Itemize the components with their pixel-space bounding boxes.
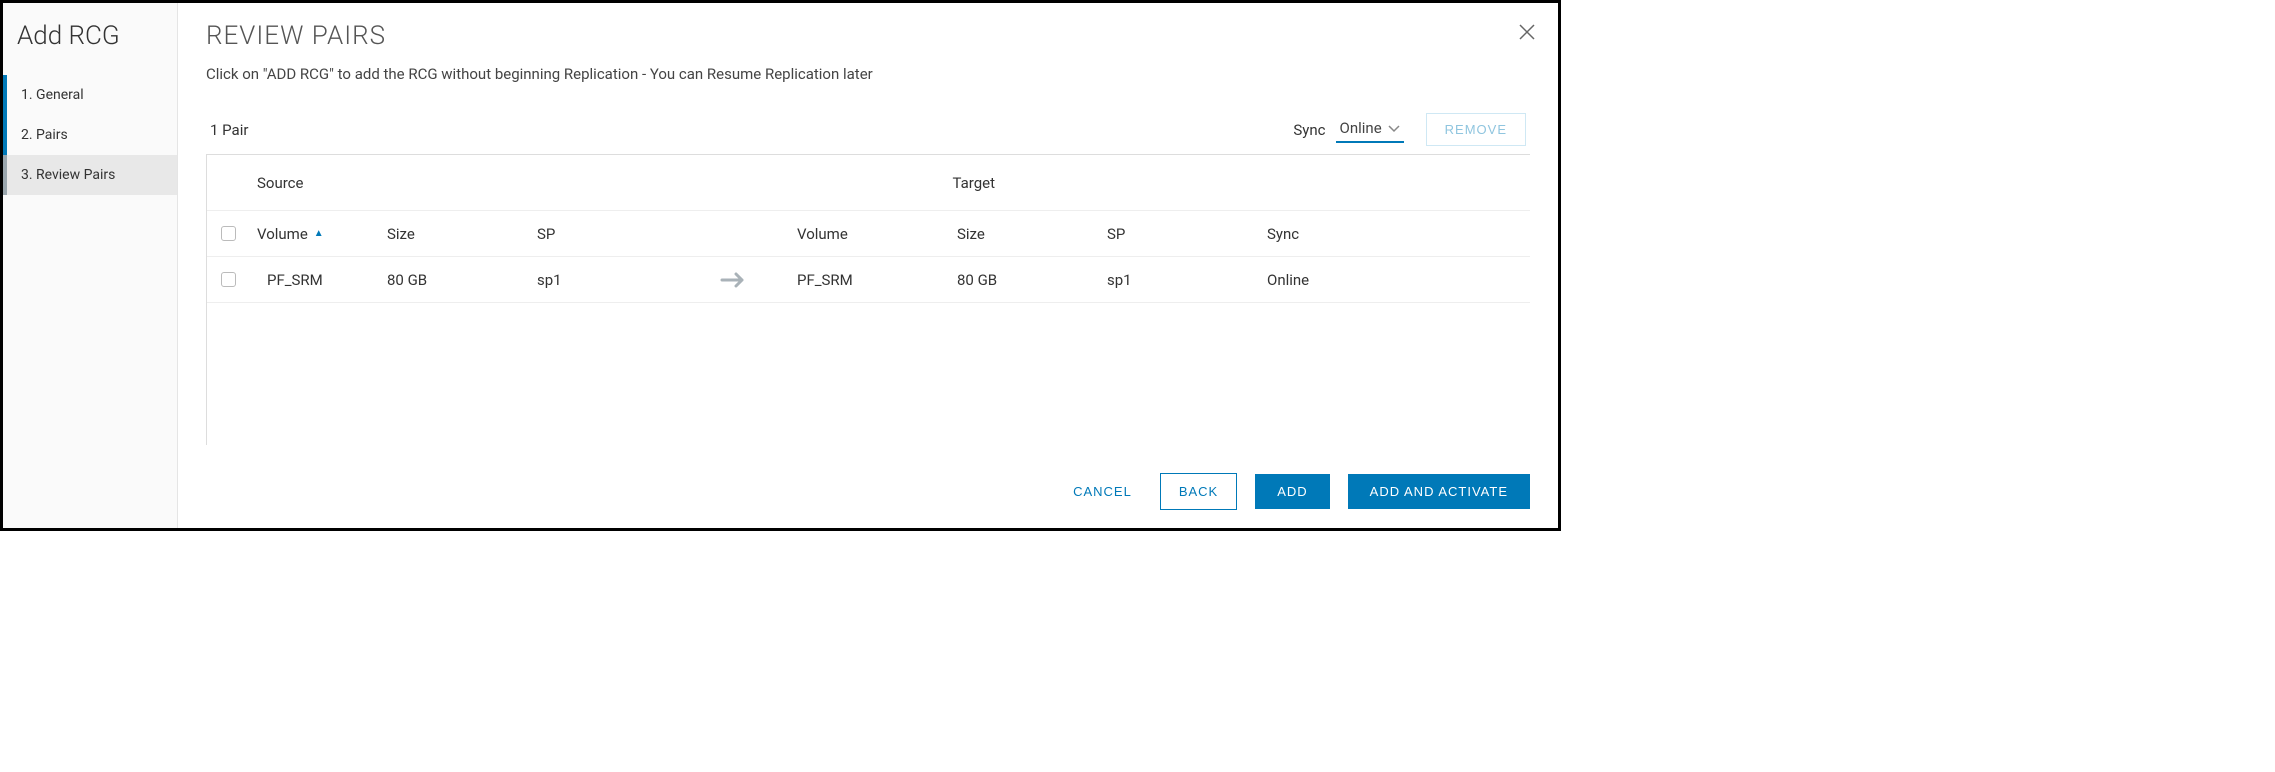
add-and-activate-button[interactable]: ADD AND ACTIVATE <box>1348 474 1530 509</box>
col-tgt-sp[interactable]: SP <box>1099 225 1259 243</box>
sync-label: Sync <box>1293 121 1325 139</box>
page-title: REVIEW PAIRS <box>206 21 1530 51</box>
cell-tgt-size: 80 GB <box>949 271 1099 289</box>
group-source: Source <box>249 174 835 192</box>
wizard-sidebar: Add RCG 1. General 2. Pairs 3. Review Pa… <box>3 3 178 528</box>
cancel-button[interactable]: CANCEL <box>1063 476 1142 507</box>
col-sync[interactable]: Sync <box>1259 225 1359 243</box>
toolbar-right: Sync Online REMOVE <box>1293 113 1526 146</box>
row-checkbox[interactable] <box>221 272 236 287</box>
instruction-text: Click on "ADD RCG" to add the RCG withou… <box>206 65 1530 83</box>
group-target: Target <box>945 174 1531 192</box>
cell-src-size: 80 GB <box>379 271 529 289</box>
pair-count: 1 Pair <box>210 121 248 139</box>
group-header: Source Target <box>207 155 1530 211</box>
dialog-footer: CANCEL BACK ADD ADD AND ACTIVATE <box>206 473 1530 510</box>
sync-filter: Sync Online <box>1293 117 1403 143</box>
step-pairs[interactable]: 2. Pairs <box>3 115 177 155</box>
cell-src-sp: sp1 <box>529 271 679 289</box>
pairs-table: Source Target Volume ▲ Size SP Volume Si… <box>206 154 1530 445</box>
back-button[interactable]: BACK <box>1160 473 1237 510</box>
remove-button[interactable]: REMOVE <box>1426 113 1526 146</box>
step-general[interactable]: 1. General <box>3 75 177 115</box>
cell-tgt-sp: sp1 <box>1099 271 1259 289</box>
col-src-volume[interactable]: Volume ▲ <box>249 225 379 243</box>
col-tgt-volume[interactable]: Volume <box>789 225 949 243</box>
cell-src-volume: PF_SRM <box>249 271 379 289</box>
col-tgt-size[interactable]: Size <box>949 225 1099 243</box>
col-src-sp[interactable]: SP <box>529 225 679 243</box>
main-panel: REVIEW PAIRS Click on "ADD RCG" to add t… <box>178 3 1558 528</box>
sort-asc-icon: ▲ <box>314 228 324 239</box>
arrow-right-icon <box>679 272 789 288</box>
toolbar: 1 Pair Sync Online REMOVE <box>206 113 1530 146</box>
close-icon[interactable] <box>1518 23 1536 45</box>
table-row: PF_SRM 80 GB sp1 PF_SRM 80 GB sp1 Online <box>207 257 1530 303</box>
sidebar-title: Add RCG <box>3 21 177 75</box>
sync-value: Online <box>1340 119 1382 137</box>
cell-sync: Online <box>1259 271 1359 289</box>
step-review-pairs[interactable]: 3. Review Pairs <box>3 155 177 195</box>
add-button[interactable]: ADD <box>1255 474 1329 509</box>
add-rcg-dialog: Add RCG 1. General 2. Pairs 3. Review Pa… <box>0 0 1561 531</box>
select-all-checkbox[interactable] <box>221 226 236 241</box>
cell-tgt-volume: PF_SRM <box>789 271 949 289</box>
chevron-down-icon <box>1388 119 1400 137</box>
col-src-size[interactable]: Size <box>379 225 529 243</box>
sync-select[interactable]: Online <box>1336 117 1404 143</box>
column-header: Volume ▲ Size SP Volume Size SP Sync <box>207 211 1530 257</box>
